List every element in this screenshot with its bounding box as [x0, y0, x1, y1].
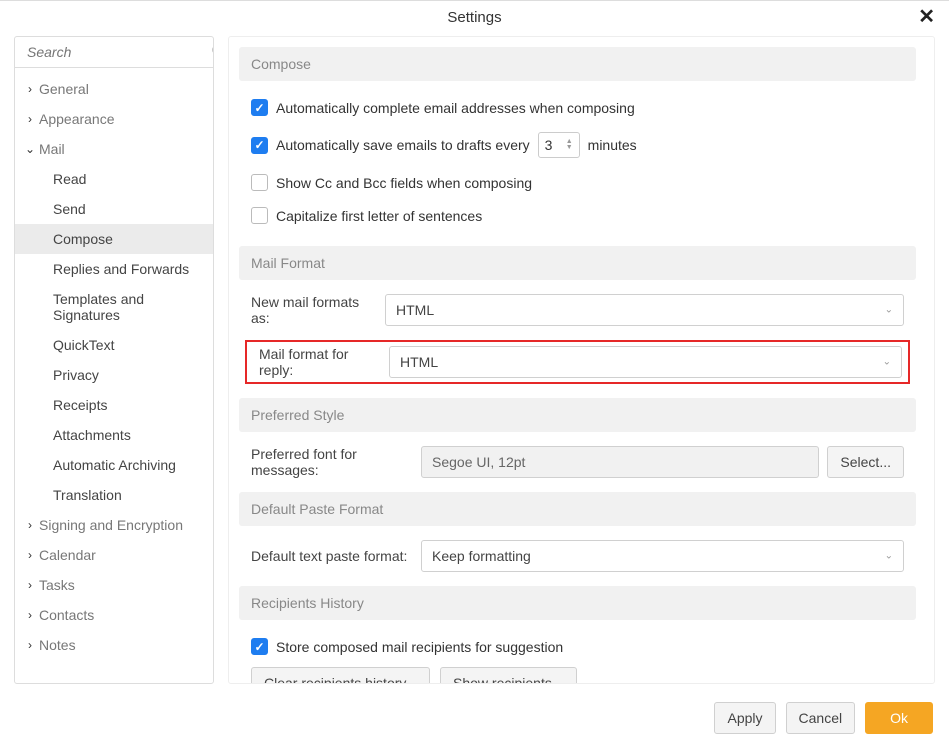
label-show-ccbcc: Show Cc and Bcc fields when composing — [276, 175, 532, 191]
section-header-mail-format: Mail Format — [239, 246, 916, 280]
cancel-button[interactable]: Cancel — [786, 702, 856, 734]
sidebar-item-receipts[interactable]: Receipts — [15, 390, 213, 420]
chevron-down-icon: ⌄ — [885, 551, 893, 562]
sidebar-node-signing-and-encryption[interactable]: ›Signing and Encryption — [15, 510, 213, 540]
sidebar-node-notes[interactable]: ›Notes — [15, 630, 213, 660]
sidebar-item-replies-and-forwards[interactable]: Replies and Forwards — [15, 254, 213, 284]
chevron-right-icon: › — [21, 518, 39, 532]
select-font-button[interactable]: Select... — [827, 446, 904, 478]
label-reply-mail-format: Mail format for reply: — [259, 346, 381, 378]
select-paste-format[interactable]: Keep formatting ⌄ — [421, 540, 904, 572]
label-capitalize: Capitalize first letter of sentences — [276, 208, 482, 224]
checkbox-capitalize[interactable] — [251, 207, 268, 224]
sidebar-node-label: Mail — [39, 141, 65, 157]
checkbox-store-recipients[interactable]: ✓ — [251, 638, 268, 655]
sidebar-item-privacy[interactable]: Privacy — [15, 360, 213, 390]
label-new-mail-format: New mail formats as: — [251, 294, 377, 326]
chevron-right-icon: › — [21, 112, 39, 126]
close-icon[interactable]: ✕ — [918, 7, 935, 27]
sidebar-item-templates-and-signatures[interactable]: Templates and Signatures — [15, 284, 213, 330]
sidebar-node-label: Calendar — [39, 547, 96, 563]
spinner-icon[interactable]: ▲▼ — [566, 139, 573, 151]
sidebar-node-label: Tasks — [39, 577, 75, 593]
section-header-recipients: Recipients History — [239, 586, 916, 620]
checkbox-show-ccbcc[interactable] — [251, 174, 268, 191]
dialog-title: Settings — [447, 9, 501, 26]
show-recipients-button[interactable]: Show recipients... — [440, 667, 577, 684]
sidebar-item-attachments[interactable]: Attachments — [15, 420, 213, 450]
sidebar-node-contacts[interactable]: ›Contacts — [15, 600, 213, 630]
label-paste-format: Default text paste format: — [251, 548, 413, 564]
sidebar-node-label: Signing and Encryption — [39, 517, 183, 533]
section-header-preferred-style: Preferred Style — [239, 398, 916, 432]
sidebar-node-appearance[interactable]: ›Appearance — [15, 104, 213, 134]
chevron-down-icon: ⌄ — [883, 357, 891, 368]
chevron-right-icon: › — [21, 82, 39, 96]
sidebar-item-send[interactable]: Send — [15, 194, 213, 224]
sidebar-item-compose[interactable]: Compose — [15, 224, 213, 254]
chevron-down-icon: ⌄ — [21, 142, 39, 156]
preferred-font-display: Segoe UI, 12pt — [421, 446, 819, 478]
chevron-right-icon: › — [21, 608, 39, 622]
chevron-right-icon: › — [21, 548, 39, 562]
search-input[interactable] — [25, 43, 211, 61]
sidebar-node-label: Contacts — [39, 607, 94, 623]
select-reply-mail-format[interactable]: HTML ⌄ — [389, 346, 902, 378]
autosave-minutes-input[interactable]: 3 ▲▼ — [538, 132, 580, 158]
sidebar-item-automatic-archiving[interactable]: Automatic Archiving — [15, 450, 213, 480]
chevron-down-icon: ⌄ — [885, 305, 893, 316]
label-preferred-font: Preferred font for messages: — [251, 446, 413, 478]
section-header-paste-format: Default Paste Format — [239, 492, 916, 526]
checkbox-auto-complete[interactable]: ✓ — [251, 99, 268, 116]
chevron-right-icon: › — [21, 638, 39, 652]
sidebar-item-read[interactable]: Read — [15, 164, 213, 194]
settings-sidebar: ›General›Appearance⌄MailReadSendComposeR… — [14, 36, 214, 684]
sidebar-item-translation[interactable]: Translation — [15, 480, 213, 510]
sidebar-node-mail[interactable]: ⌄Mail — [15, 134, 213, 164]
select-new-mail-format[interactable]: HTML ⌄ — [385, 294, 904, 326]
sidebar-node-general[interactable]: ›General — [15, 74, 213, 104]
settings-main: Compose ✓ Automatically complete email a… — [228, 36, 935, 684]
sidebar-node-tasks[interactable]: ›Tasks — [15, 570, 213, 600]
sidebar-node-label: General — [39, 81, 89, 97]
checkbox-auto-save[interactable]: ✓ — [251, 137, 268, 154]
sidebar-node-label: Appearance — [39, 111, 115, 127]
highlight-mail-format-reply: Mail format for reply: HTML ⌄ — [245, 340, 910, 384]
label-auto-complete: Automatically complete email addresses w… — [276, 100, 635, 116]
search-icon — [211, 44, 214, 61]
chevron-right-icon: › — [21, 578, 39, 592]
ok-button[interactable]: Ok — [865, 702, 933, 734]
apply-button[interactable]: Apply — [714, 702, 775, 734]
label-auto-save-pre: Automatically save emails to drafts ever… — [276, 137, 530, 153]
sidebar-item-quicktext[interactable]: QuickText — [15, 330, 213, 360]
section-header-compose: Compose — [239, 47, 916, 81]
sidebar-node-calendar[interactable]: ›Calendar — [15, 540, 213, 570]
clear-recipients-button[interactable]: Clear recipients history... — [251, 667, 430, 684]
sidebar-node-label: Notes — [39, 637, 76, 653]
label-store-recipients: Store composed mail recipients for sugge… — [276, 639, 563, 655]
label-auto-save-post: minutes — [588, 137, 637, 153]
